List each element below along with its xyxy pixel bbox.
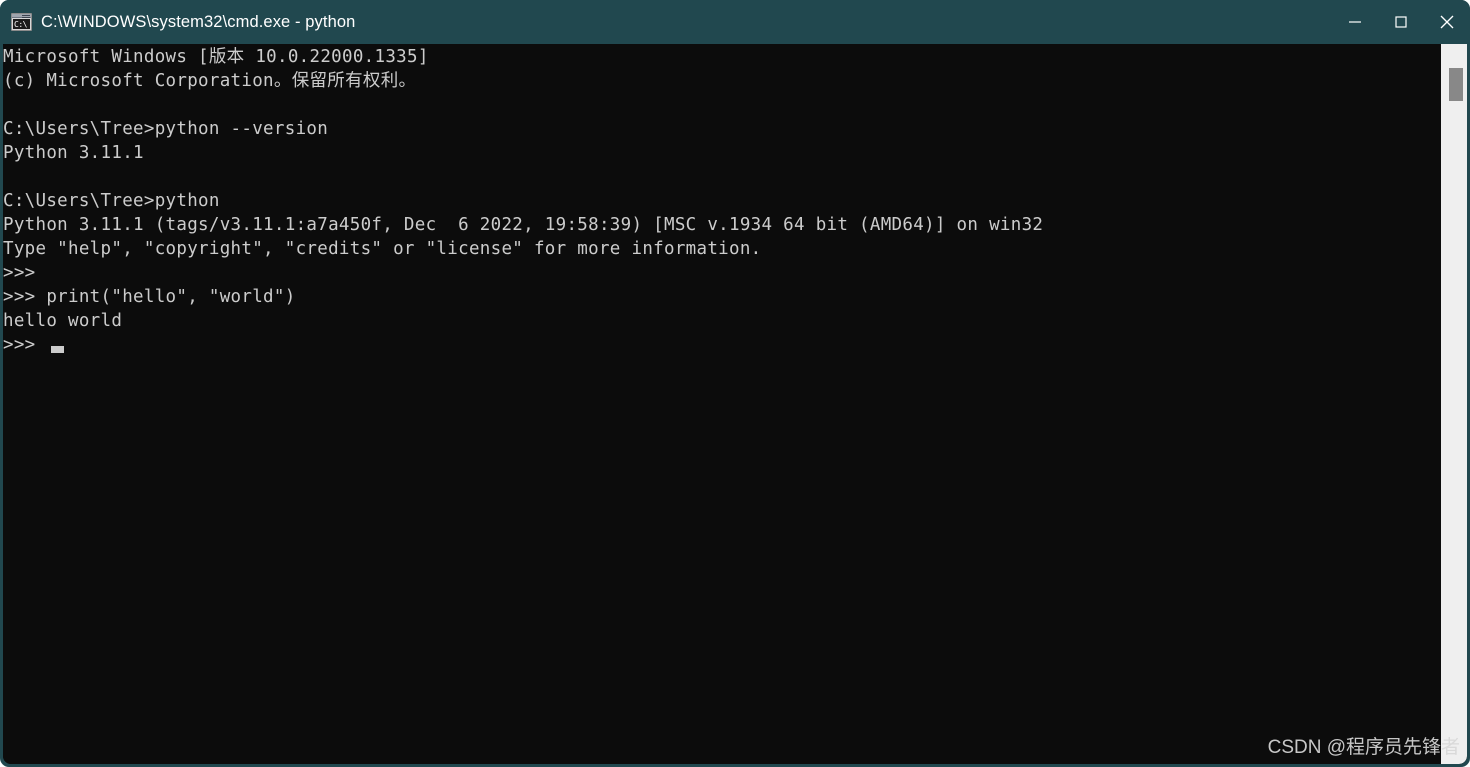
window-title: C:\WINDOWS\system32\cmd.exe - python bbox=[41, 13, 356, 31]
text-cursor bbox=[51, 346, 64, 353]
terminal-output: Microsoft Windows [版本 10.0.22000.1335] (… bbox=[3, 47, 1044, 355]
minimize-icon bbox=[1347, 14, 1363, 30]
minimize-button[interactable] bbox=[1332, 0, 1378, 44]
terminal-screen[interactable]: Microsoft Windows [版本 10.0.22000.1335] (… bbox=[3, 44, 1441, 764]
cmd-console-icon: C:\ bbox=[11, 13, 32, 31]
icon-prompt-text: C:\ bbox=[13, 19, 30, 29]
maximize-icon bbox=[1393, 14, 1409, 30]
window-controls bbox=[1332, 0, 1470, 44]
maximize-button[interactable] bbox=[1378, 0, 1424, 44]
title-bar[interactable]: C:\ C:\WINDOWS\system32\cmd.exe - python bbox=[0, 0, 1470, 44]
console-body: Microsoft Windows [版本 10.0.22000.1335] (… bbox=[3, 44, 1467, 764]
watermark: CSDN @程序员先锋者 bbox=[1267, 737, 1460, 758]
close-icon bbox=[1437, 12, 1457, 32]
cmd-window: C:\ C:\WINDOWS\system32\cmd.exe - python bbox=[0, 0, 1470, 767]
scrollbar-thumb[interactable] bbox=[1449, 68, 1463, 101]
vertical-scrollbar[interactable] bbox=[1441, 44, 1467, 764]
close-button[interactable] bbox=[1424, 0, 1470, 44]
icon-titlebar-strip bbox=[12, 14, 31, 18]
